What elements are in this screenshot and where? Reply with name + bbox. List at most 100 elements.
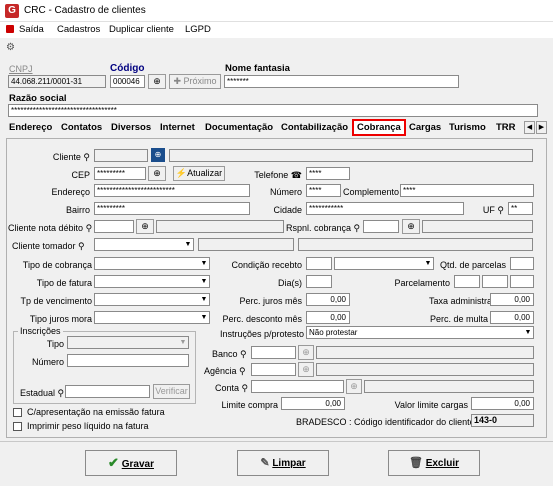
tab-endereco[interactable]: Endereço [9, 122, 52, 133]
taxa-adm-field[interactable]: 0,00 [490, 293, 534, 306]
razao-social-field[interactable]: ********************************** [8, 104, 538, 117]
qtd-parcelas-field[interactable] [510, 257, 534, 270]
instrucoes-select[interactable]: Não protestar ▼ [306, 326, 534, 339]
search-banco-button[interactable]: ⊕ [298, 345, 314, 360]
cliente-nota-debito-field[interactable] [94, 220, 134, 233]
inscricao-tipo-select[interactable]: ▼ [67, 336, 189, 349]
rspnl-cobranca-field[interactable] [363, 220, 399, 233]
codigo-label: Código [110, 63, 145, 74]
parcelamento-field-3[interactable] [510, 275, 534, 288]
endereco-label: Endereço [51, 187, 90, 197]
tipo-fatura-select[interactable]: ▼ [94, 275, 210, 288]
telefone-label: Telefone ☎ [254, 170, 302, 180]
chevron-down-icon: ▼ [424, 260, 432, 267]
cliente-tomador-name[interactable] [298, 238, 533, 251]
search-nota-debito-button[interactable]: ⊕ [136, 219, 154, 234]
limite-compra-field[interactable]: 0,00 [281, 397, 345, 410]
chevron-down-icon: ▼ [200, 296, 208, 303]
gravar-button[interactable]: ✔ Gravar [85, 450, 177, 476]
condicao-recebto-select[interactable]: ▼ [334, 257, 434, 270]
perc-desconto-field[interactable]: 0,00 [306, 311, 350, 324]
cliente-nota-debito-name[interactable] [156, 220, 284, 233]
search-agencia-button[interactable]: ⊕ [298, 362, 314, 377]
c-apresentacao-checkbox[interactable] [13, 408, 22, 417]
tipo-cobranca-select[interactable]: ▼ [94, 257, 210, 270]
settings-icon[interactable]: ⚙ [6, 42, 15, 53]
valor-limite-cargas-field[interactable]: 0,00 [471, 397, 534, 410]
cliente-tomador-code[interactable] [198, 238, 294, 251]
complemento-field[interactable]: **** [400, 184, 534, 197]
tab-scroll-left-icon[interactable]: ◀ [524, 121, 535, 134]
cep-label: CEP [71, 170, 90, 180]
cliente-name-field[interactable] [169, 149, 533, 162]
atualizar-button[interactable]: ⚡Atualizar [173, 166, 225, 181]
imprimir-peso-checkbox[interactable] [13, 422, 22, 431]
agencia-name-field[interactable] [316, 363, 534, 376]
menu-lgpd[interactable]: LGPD [185, 24, 211, 35]
parcelamento-field-2[interactable] [482, 275, 508, 288]
cliente-tomador-label: Cliente tomador ⚲ [12, 241, 85, 251]
conta-field[interactable] [251, 380, 344, 393]
perc-juros-label: Perc. juros mês [239, 296, 302, 306]
bairro-field[interactable]: ********* [94, 202, 250, 215]
telefone-field[interactable]: **** [306, 167, 350, 180]
proximo-button[interactable]: ✚ Próximo [169, 74, 221, 89]
search-conta-button[interactable]: ⊕ [346, 379, 362, 394]
cliente-tomador-select[interactable]: ▼ [94, 238, 194, 251]
tab-cobranca[interactable]: Cobrança [352, 119, 406, 136]
cidade-field[interactable]: *********** [306, 202, 464, 215]
conta-name-field[interactable] [364, 380, 534, 393]
codigo-field[interactable]: 000046 [110, 75, 145, 88]
binoculars-icon: ⊕ [302, 347, 310, 357]
uf-field[interactable]: ** [508, 202, 533, 215]
binoculars-icon[interactable]: ⊕ [151, 148, 165, 162]
tp-vencimento-select[interactable]: ▼ [94, 293, 210, 306]
perc-multa-field[interactable]: 0,00 [490, 311, 534, 324]
estadual-field[interactable] [65, 385, 150, 398]
gravar-label: Gravar [121, 459, 154, 470]
nome-fantasia-field[interactable]: ******* [224, 75, 459, 88]
tab-documentacao[interactable]: Documentação [205, 122, 273, 133]
search-cep-button[interactable]: ⊕ [148, 166, 166, 181]
excluir-button[interactable]: 🗑 Excluir [388, 450, 480, 476]
endereco-field[interactable]: ************************* [94, 184, 250, 197]
tab-trr[interactable]: TRR [496, 122, 516, 133]
cnpj-field[interactable]: 44.068.211/0001-31 [8, 75, 106, 88]
tab-scroll-right-icon[interactable]: ▶ [536, 121, 547, 134]
menu-cadastros[interactable]: Cadastros [57, 24, 100, 35]
dias-field[interactable] [306, 275, 332, 288]
tipo-juros-mora-select[interactable]: ▼ [94, 311, 210, 324]
tab-turismo[interactable]: Turismo [449, 122, 486, 133]
rspnl-cobranca-name[interactable] [422, 220, 533, 233]
search-rspnl-button[interactable]: ⊕ [402, 219, 420, 234]
tab-internet[interactable]: Internet [160, 122, 195, 133]
c-apresentacao-label: C/apresentação na emissão fatura [27, 407, 165, 417]
perc-juros-field[interactable]: 0,00 [306, 293, 350, 306]
search-codigo-button[interactable]: ⊕ [148, 74, 166, 89]
limpar-button[interactable]: ✎ Limpar [237, 450, 329, 476]
inscricao-numero-field[interactable] [67, 354, 189, 367]
parcelamento-field-1[interactable] [454, 275, 480, 288]
numero-field[interactable]: **** [306, 184, 341, 197]
cidade-label: Cidade [273, 205, 302, 215]
cliente-code-field[interactable] [94, 149, 148, 162]
menu-saida[interactable]: Saída [19, 24, 44, 35]
menu-duplicar-cliente[interactable]: Duplicar cliente [109, 24, 174, 35]
divider [0, 441, 553, 442]
chevron-down-icon: ▼ [200, 314, 208, 321]
banco-field[interactable] [251, 346, 296, 359]
condicao-recebto-field[interactable] [306, 257, 332, 270]
bradesco-code-field[interactable]: 143-0 [471, 414, 534, 427]
check-icon: ✔ [108, 455, 119, 470]
verificar-button[interactable]: Verificar [153, 384, 190, 399]
banco-name-field[interactable] [316, 346, 534, 359]
cep-field[interactable]: ********* [94, 167, 146, 180]
tab-contabilizacao[interactable]: Contabilização [281, 122, 348, 133]
agencia-field[interactable] [251, 363, 296, 376]
tab-cargas[interactable]: Cargas [409, 122, 441, 133]
estadual-label: Estadual ⚲ [20, 388, 65, 398]
tab-contatos[interactable]: Contatos [61, 122, 102, 133]
excluir-label: Excluir [425, 458, 460, 469]
binoculars-icon: ⊕ [153, 76, 161, 86]
tab-diversos[interactable]: Diversos [111, 122, 151, 133]
